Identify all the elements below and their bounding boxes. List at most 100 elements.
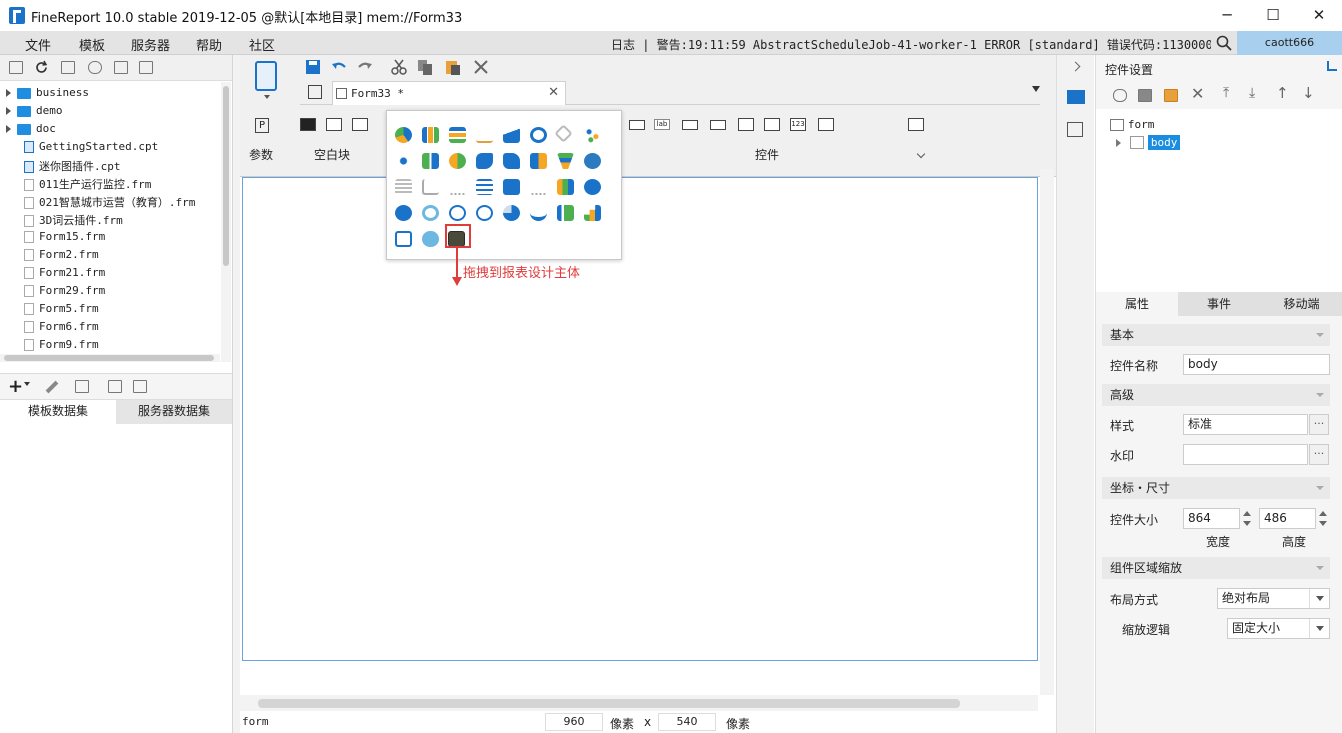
split-block-icon[interactable]	[326, 118, 342, 131]
menu-item-server[interactable]: 服务器	[131, 35, 170, 54]
add-dataset-icon[interactable]: +	[8, 376, 23, 397]
delete-icon[interactable]	[472, 58, 490, 76]
redo-icon[interactable]	[356, 58, 374, 76]
copy-icon[interactable]	[416, 58, 434, 76]
scatter-chart-icon[interactable]	[584, 127, 601, 143]
tree-item-folder[interactable]: business	[6, 86, 89, 104]
tree-item-file[interactable]: Form29.frm	[24, 284, 105, 302]
radio-group-widget-icon[interactable]	[844, 118, 860, 131]
widget-settings-icon[interactable]	[1067, 90, 1085, 104]
tree-item-file[interactable]: 3D词云插件.frm	[24, 212, 123, 230]
tab-properties[interactable]: 属性	[1096, 292, 1178, 316]
move-top-icon[interactable]: ⤒	[1223, 85, 1229, 101]
number-widget-icon[interactable]: 123	[790, 118, 806, 131]
tab-menu-icon[interactable]	[1032, 86, 1040, 92]
copy-widget-icon[interactable]	[1138, 89, 1152, 102]
height-spinner[interactable]	[1317, 508, 1329, 529]
ring-progress-icon[interactable]	[422, 205, 439, 221]
style-more-button[interactable]: ···	[1309, 414, 1329, 435]
minimize-icon[interactable]: ─	[1204, 0, 1250, 31]
log-message[interactable]: 日志 | 警告:19:11:59 AbstractScheduleJob-41-…	[611, 36, 1211, 53]
step-chart-icon[interactable]	[584, 205, 601, 221]
section-advanced[interactable]: 高级	[1102, 384, 1330, 406]
button-widget-icon[interactable]	[682, 120, 698, 130]
cloud-chart-icon[interactable]	[422, 231, 439, 247]
tree-item-file[interactable]: 迷你图插件.cpt	[24, 158, 121, 176]
frame-chart-icon[interactable]	[422, 179, 439, 195]
close-icon[interactable]: ✕	[1296, 0, 1342, 31]
3d-chart-icon[interactable]	[530, 205, 547, 221]
delete-icon[interactable]	[114, 61, 128, 74]
tree-item-file[interactable]: Form15.frm	[24, 230, 105, 248]
menu-item-template[interactable]: 模板	[79, 35, 105, 54]
bubble-chart-icon[interactable]	[395, 153, 412, 169]
canvas-vertical-scrollbar[interactable]	[1040, 169, 1054, 695]
calendar-widget-icon[interactable]	[764, 118, 780, 131]
add-dropdown-icon[interactable]	[24, 382, 30, 386]
collapse-right-icon[interactable]	[1070, 61, 1081, 72]
horizontal-bar-chart-icon[interactable]	[449, 127, 466, 143]
gauge-chart-icon[interactable]	[530, 127, 547, 143]
pie-progress-icon[interactable]	[503, 205, 520, 221]
canvas-horizontal-scrollbar[interactable]	[240, 695, 1038, 711]
menu-item-file[interactable]: 文件	[25, 35, 51, 54]
layout-select[interactable]: 绝对布局	[1217, 588, 1330, 609]
expand-widgets-icon[interactable]	[916, 149, 926, 159]
expand-body-icon[interactable]	[1116, 139, 1121, 147]
search-widget-icon[interactable]	[908, 118, 924, 131]
tab-template-dataset[interactable]: 模板数据集	[0, 400, 116, 424]
pin-icon[interactable]	[1327, 61, 1337, 71]
tree-item-file[interactable]: Form2.frm	[24, 248, 99, 266]
user-account[interactable]: caott666	[1237, 31, 1342, 55]
textarea-widget-icon[interactable]	[818, 118, 834, 131]
tree-item-folder[interactable]: doc	[6, 122, 56, 140]
delete-dataset-icon[interactable]	[75, 380, 89, 393]
save-icon[interactable]	[304, 58, 322, 76]
style-input[interactable]: 标准	[1183, 414, 1308, 435]
search-icon[interactable]	[1216, 35, 1232, 51]
new-template-dropdown-icon[interactable]	[264, 95, 270, 99]
component-library-icon[interactable]	[1067, 122, 1083, 137]
tree-item-file[interactable]: Form6.frm	[24, 320, 99, 338]
delete-widget-icon[interactable]: ✕	[1191, 84, 1204, 103]
edit-icon[interactable]	[45, 380, 59, 394]
refresh-icon[interactable]	[34, 60, 49, 75]
table-chart-icon[interactable]	[503, 179, 520, 195]
wave-chart-icon[interactable]	[476, 179, 493, 195]
undo-icon[interactable]	[330, 58, 348, 76]
tree-vertical-scrollbar[interactable]	[221, 82, 231, 362]
tab-mobile[interactable]: 移动端	[1260, 292, 1342, 316]
structure-chart-icon[interactable]	[395, 231, 412, 247]
funnel-chart-icon[interactable]	[557, 153, 574, 169]
treemap-chart-icon[interactable]	[530, 153, 547, 169]
drill-map-icon[interactable]	[503, 153, 520, 169]
tree-graph-icon[interactable]	[449, 179, 466, 195]
paste-icon[interactable]	[444, 58, 462, 76]
tree-item-file[interactable]: Form21.frm	[24, 266, 105, 284]
watermark-more-button[interactable]: ···	[1309, 444, 1329, 465]
gantt-chart-icon[interactable]	[395, 179, 412, 195]
width-input[interactable]: 960	[545, 713, 603, 731]
width-spinner[interactable]	[1241, 508, 1253, 529]
left-panel-collapse-handle[interactable]	[233, 55, 240, 733]
tree-node-body[interactable]: body	[1130, 135, 1181, 153]
cut-icon[interactable]	[390, 58, 408, 76]
tab-form33[interactable]: Form33 * ✕	[332, 81, 566, 105]
label-widget-icon[interactable]: lab	[654, 119, 670, 130]
widget-name-input[interactable]: body	[1183, 354, 1330, 375]
bar-chart-icon[interactable]	[422, 127, 439, 143]
date-widget-icon[interactable]	[738, 118, 754, 131]
design-canvas[interactable]	[242, 177, 1038, 661]
globe-chart-icon[interactable]	[584, 153, 601, 169]
text-field-widget-icon[interactable]	[629, 120, 645, 130]
area-chart-icon[interactable]	[503, 127, 520, 143]
tree-item-file[interactable]: 021智慧城市运营（教育）.frm	[24, 194, 195, 212]
grid-block-icon[interactable]	[352, 118, 368, 131]
widget-width-input[interactable]: 864	[1183, 508, 1240, 529]
section-zoom[interactable]: 组件区域缩放	[1102, 557, 1330, 579]
section-coord-size[interactable]: 坐标・尺寸	[1102, 477, 1330, 499]
height-input[interactable]: 540	[658, 713, 716, 731]
move-down-icon[interactable]: ↓	[1302, 84, 1315, 102]
template-info-icon[interactable]	[61, 61, 75, 74]
word-cloud-icon[interactable]	[449, 205, 466, 221]
